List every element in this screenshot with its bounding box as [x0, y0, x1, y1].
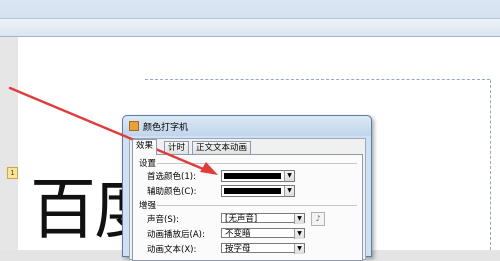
speaker-icon[interactable]: ♪	[311, 212, 325, 226]
sound-select[interactable]: [无声音] ▼	[221, 213, 305, 224]
animate-text-value: 按字母	[225, 244, 251, 254]
secondary-color-label: 辅助颜色(C):	[147, 187, 197, 197]
selection-border-right	[490, 80, 492, 250]
secondary-color-swatch	[224, 188, 281, 194]
tab-effect[interactable]: 效果	[132, 139, 158, 155]
chevron-down-icon[interactable]: ▼	[284, 171, 294, 181]
ribbon-area	[0, 0, 500, 37]
slide-margin	[0, 37, 18, 250]
tab-text-animation[interactable]: 正文文本动画	[192, 141, 252, 154]
effect-tab-panel: 设置 首选颜色(1): ▼ 辅助颜色(C): ▼ 增强 声音(S): [无声音]…	[132, 154, 363, 261]
enhance-group-label: 增强	[139, 201, 157, 211]
primary-color-picker[interactable]: ▼	[221, 170, 295, 182]
settings-group-label: 设置	[139, 159, 157, 169]
ribbon-strip	[0, 18, 500, 36]
tab-timing[interactable]: 计时	[164, 141, 190, 154]
sound-label: 声音(S):	[147, 215, 179, 225]
after-animation-value: 不变暗	[225, 229, 251, 239]
secondary-color-picker[interactable]: ▼	[221, 185, 295, 197]
animate-text-label: 动画文本(X):	[147, 245, 197, 255]
animate-text-select[interactable]: 按字母 ▼	[221, 243, 305, 254]
chevron-down-icon[interactable]: ▼	[284, 186, 294, 196]
after-animation-select[interactable]: 不变暗 ▼	[221, 228, 305, 239]
animation-order-tag[interactable]: 1	[7, 167, 18, 179]
chevron-down-icon[interactable]: ▼	[294, 214, 304, 224]
chevron-down-icon[interactable]: ▼	[294, 229, 304, 239]
dialog-app-icon	[129, 121, 139, 131]
dialog-title: 颜色打字机	[143, 123, 189, 133]
primary-color-swatch	[224, 173, 281, 179]
chevron-down-icon[interactable]: ▼	[294, 244, 304, 254]
selection-border-top	[145, 79, 490, 81]
dialog-client: 效果 计时 正文文本动画 设置 首选颜色(1): ▼ 辅助颜色(C): ▼ 增强…	[129, 138, 366, 261]
enhance-divider	[157, 205, 357, 206]
primary-color-label: 首选颜色(1):	[147, 172, 196, 182]
color-typewriter-dialog: 颜色打字机 效果 计时 正文文本动画 设置 首选颜色(1): ▼ 辅助颜色(C)…	[122, 115, 372, 261]
settings-divider	[157, 163, 357, 164]
after-animation-label: 动画播放后(A):	[147, 230, 205, 240]
sound-value: [无声音]	[225, 214, 258, 224]
dialog-titlebar[interactable]: 颜色打字机	[123, 116, 371, 136]
